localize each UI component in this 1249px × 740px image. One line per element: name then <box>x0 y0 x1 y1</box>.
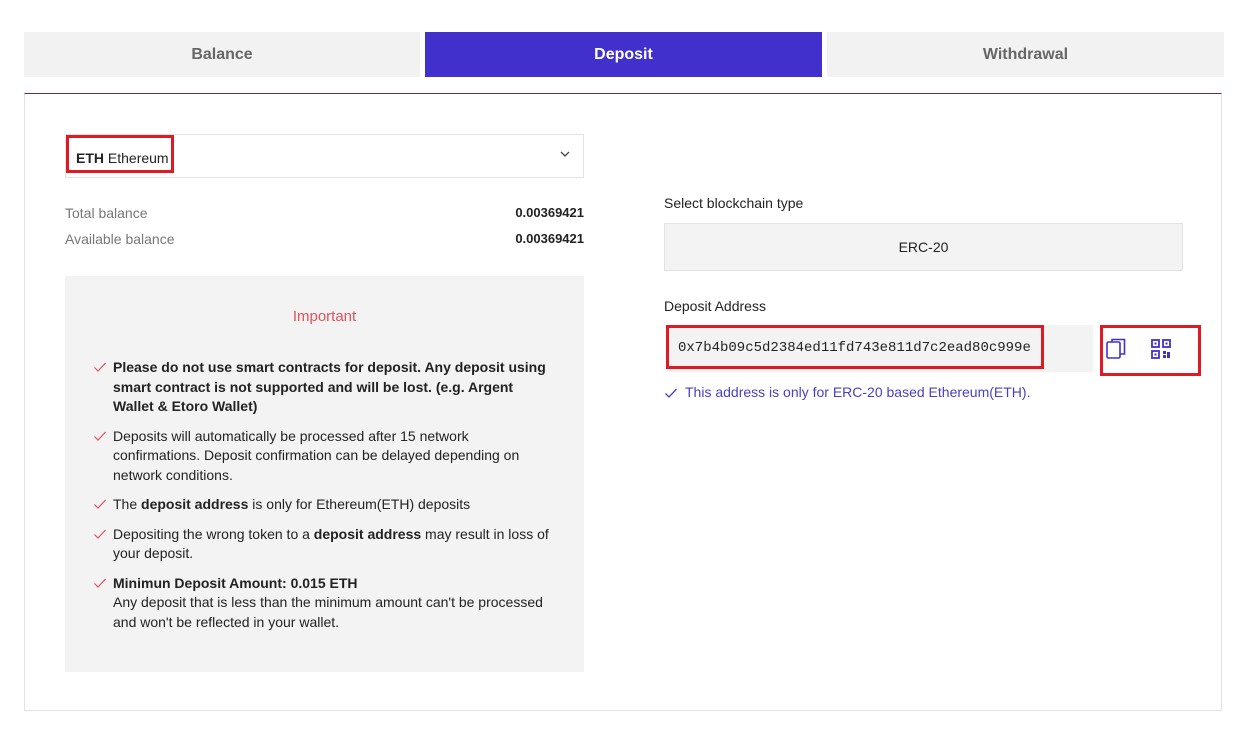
qr-code-icon[interactable] <box>1149 337 1173 361</box>
deposit-address-label: Deposit Address <box>664 298 766 314</box>
currency-name: Ethereum <box>107 150 169 166</box>
address-note-text: This address is only for ERC-20 based Et… <box>685 384 1031 400</box>
important-title: Important <box>292 308 357 325</box>
tab-deposit[interactable]: Deposit <box>425 32 822 77</box>
address-note: This address is only for ERC-20 based Et… <box>664 384 1030 400</box>
notice-bold: deposit address <box>313 525 422 542</box>
notice-bold: deposit address <box>141 496 249 512</box>
chevron-down-icon <box>560 151 570 157</box>
available-balance-label: Available balance <box>65 231 175 247</box>
notice-text: Depositing the wrong token to a <box>113 525 314 542</box>
check-icon <box>94 362 106 372</box>
notice-text: Please do not use smart contracts for de… <box>113 359 546 414</box>
notice-item: Please do not use smart contracts for de… <box>93 358 553 417</box>
blockchain-type-label: Select blockchain type <box>664 195 804 211</box>
check-icon <box>94 431 106 441</box>
notice-item: Deposits will automatically be processed… <box>93 427 553 486</box>
notice-bold: Minimun Deposit Amount: 0.015 ETH <box>113 574 358 591</box>
check-icon <box>94 529 106 539</box>
currency-select-label: ETH Ethereum <box>76 150 169 166</box>
currency-select[interactable]: ETH Ethereum <box>65 134 584 178</box>
notice-item: Minimun Deposit Amount: 0.015 ETH Any de… <box>93 574 553 633</box>
tab-bar: Balance Deposit Withdrawal <box>24 32 1224 77</box>
notice-text: Any deposit that is less than the minimu… <box>113 594 543 630</box>
check-icon <box>665 388 677 398</box>
notice-list: Please do not use smart contracts for de… <box>93 358 553 642</box>
notice-text: Deposits will automatically be processed… <box>113 427 520 483</box>
tab-balance[interactable]: Balance <box>24 32 420 77</box>
available-balance-value: 0.00369421 <box>515 231 584 246</box>
blockchain-type-select[interactable]: ERC-20 <box>664 223 1183 271</box>
currency-symbol: ETH <box>76 150 104 166</box>
check-icon <box>94 578 106 588</box>
notice-item: The deposit address is only for Ethereum… <box>93 495 553 515</box>
notice-item: Depositing the wrong token to a deposit … <box>93 525 553 564</box>
notice-text: is only for Ethereum(ETH) deposits <box>248 496 471 512</box>
notice-text: The <box>113 496 142 512</box>
tab-withdrawal[interactable]: Withdrawal <box>827 32 1224 77</box>
total-balance-value: 0.00369421 <box>515 205 584 220</box>
copy-icon[interactable] <box>1104 337 1128 361</box>
check-icon <box>94 499 106 509</box>
deposit-address-field[interactable]: 0x7b4b09c5d2384ed11fd743e811d7c2ead80c99… <box>666 325 1093 372</box>
important-notice: Important Please do not use smart contra… <box>65 276 584 672</box>
deposit-panel: ETH Ethereum Total balance 0.00369421 Av… <box>24 93 1222 711</box>
total-balance-label: Total balance <box>65 205 148 221</box>
